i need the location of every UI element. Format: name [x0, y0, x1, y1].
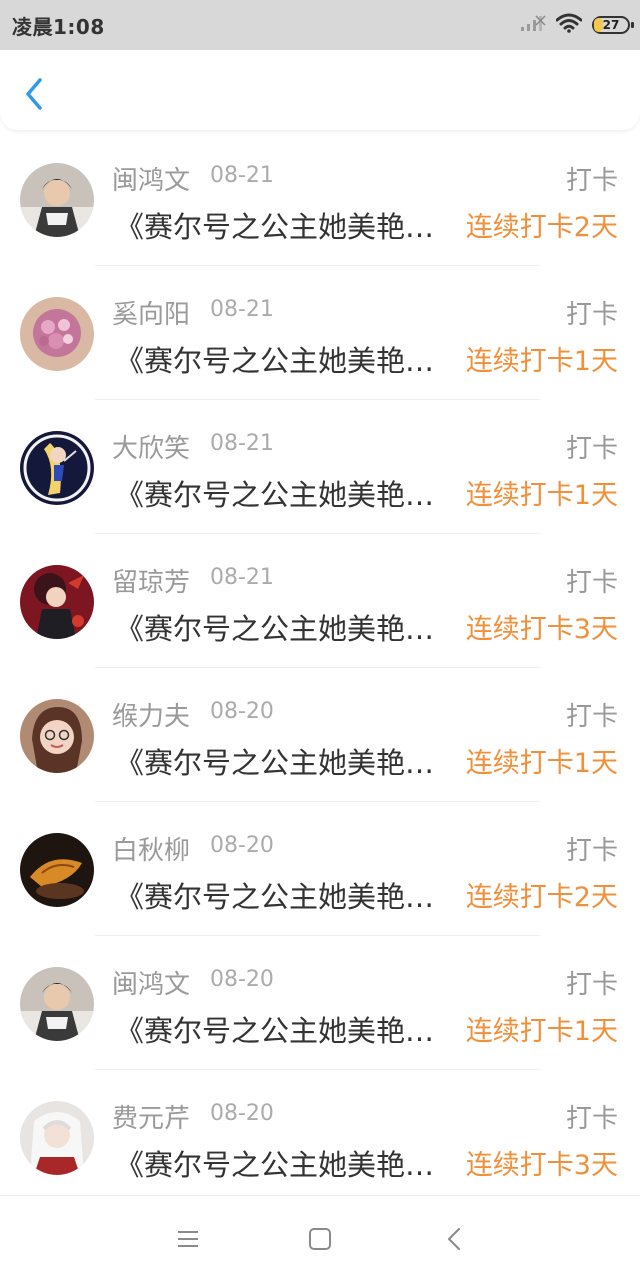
home-button[interactable] — [305, 1224, 335, 1254]
chevron-left-icon — [18, 78, 54, 118]
avatar[interactable] — [20, 297, 94, 371]
user-name: 奚向阳 — [112, 300, 191, 330]
checkin-list: 闽鸿文 08-21 打卡 《赛尔号之公主她美艳无双》 连续打卡2天 奚向阳 08… — [0, 134, 640, 1206]
checkin-tag: 打卡 — [565, 166, 618, 196]
streak-label: 连续打卡3天 — [465, 1150, 618, 1181]
menu-button[interactable] — [173, 1224, 203, 1254]
checkin-date: 08-20 — [210, 833, 274, 858]
avatar[interactable] — [20, 699, 94, 773]
avatar[interactable] — [20, 163, 94, 237]
battery-percent: 27 — [602, 18, 620, 32]
divider — [95, 399, 540, 400]
list-item[interactable]: 闽鸿文 08-21 打卡 《赛尔号之公主她美艳无双》 连续打卡2天 — [0, 134, 640, 268]
avatar[interactable] — [20, 1101, 94, 1175]
status-bar: 凌晨1:08 27 — [0, 0, 640, 50]
streak-label: 连续打卡2天 — [465, 882, 618, 913]
checkin-date: 08-21 — [210, 163, 274, 188]
streak-label: 连续打卡1天 — [465, 1016, 618, 1047]
avatar[interactable] — [20, 967, 94, 1041]
book-title[interactable]: 《赛尔号之公主她美艳无双》 — [115, 1142, 457, 1184]
header — [0, 50, 640, 130]
book-title[interactable]: 《赛尔号之公主她美艳无双》 — [115, 606, 457, 648]
signal-icon — [520, 14, 546, 36]
streak-label: 连续打卡1天 — [465, 346, 618, 377]
checkin-tag: 打卡 — [565, 434, 618, 464]
divider — [95, 265, 540, 266]
streak-label: 连续打卡1天 — [465, 480, 618, 511]
back-button[interactable] — [18, 74, 54, 114]
status-icons: 27 — [520, 12, 634, 38]
book-title[interactable]: 《赛尔号之公主她美艳无双》 — [115, 874, 457, 916]
checkin-tag: 打卡 — [565, 568, 618, 598]
user-name: 留琼芳 — [112, 568, 191, 598]
user-name: 缑力夫 — [112, 702, 191, 732]
square-home-icon — [305, 1228, 335, 1258]
checkin-tag: 打卡 — [565, 702, 618, 732]
wifi-icon — [555, 13, 583, 37]
user-name: 费元芹 — [112, 1104, 191, 1134]
user-name: 大欣笑 — [112, 434, 191, 464]
list-item[interactable]: 闽鸿文 08-20 打卡 《赛尔号之公主她美艳无双》 连续打卡1天 — [0, 938, 640, 1072]
book-title[interactable]: 《赛尔号之公主她美艳无双》 — [115, 472, 457, 514]
list-item[interactable]: 大欣笑 08-21 打卡 《赛尔号之公主她美艳无双》 连续打卡1天 — [0, 402, 640, 536]
streak-label: 连续打卡2天 — [465, 212, 618, 243]
user-name: 白秋柳 — [112, 836, 191, 866]
avatar[interactable] — [20, 565, 94, 639]
divider — [95, 667, 540, 668]
back-nav-button[interactable] — [440, 1224, 470, 1254]
list-item[interactable]: 奚向阳 08-21 打卡 《赛尔号之公主她美艳无双》 连续打卡1天 — [0, 268, 640, 402]
menu-icon — [173, 1231, 203, 1258]
list-item[interactable]: 留琼芳 08-21 打卡 《赛尔号之公主她美艳无双》 连续打卡3天 — [0, 536, 640, 670]
divider — [95, 801, 540, 802]
battery-icon: 27 — [592, 16, 634, 34]
checkin-date: 08-20 — [210, 967, 274, 992]
list-item[interactable]: 费元芹 08-20 打卡 《赛尔号之公主她美艳无双》 连续打卡3天 — [0, 1072, 640, 1206]
list-item[interactable]: 白秋柳 08-20 打卡 《赛尔号之公主她美艳无双》 连续打卡2天 — [0, 804, 640, 938]
checkin-date: 08-21 — [210, 431, 274, 456]
book-title[interactable]: 《赛尔号之公主她美艳无双》 — [115, 204, 457, 246]
checkin-tag: 打卡 — [565, 970, 618, 1000]
triangle-back-icon — [440, 1228, 470, 1258]
checkin-tag: 打卡 — [565, 1104, 618, 1134]
streak-label: 连续打卡1天 — [465, 748, 618, 779]
book-title[interactable]: 《赛尔号之公主她美艳无双》 — [115, 1008, 457, 1050]
checkin-tag: 打卡 — [565, 836, 618, 866]
avatar[interactable] — [20, 833, 94, 907]
avatar[interactable] — [20, 431, 94, 505]
checkin-date: 08-20 — [210, 699, 274, 724]
system-nav-bar — [0, 1195, 640, 1281]
checkin-tag: 打卡 — [565, 300, 618, 330]
user-name: 闽鸿文 — [112, 166, 191, 196]
user-name: 闽鸿文 — [112, 970, 191, 1000]
book-title[interactable]: 《赛尔号之公主她美艳无双》 — [115, 740, 457, 782]
checkin-date: 08-20 — [210, 1101, 274, 1126]
divider — [95, 935, 540, 936]
divider — [95, 533, 540, 534]
checkin-date: 08-21 — [210, 565, 274, 590]
book-title[interactable]: 《赛尔号之公主她美艳无双》 — [115, 338, 457, 380]
status-time: 凌晨1:08 — [12, 15, 105, 39]
streak-label: 连续打卡3天 — [465, 614, 618, 645]
list-item[interactable]: 缑力夫 08-20 打卡 《赛尔号之公主她美艳无双》 连续打卡1天 — [0, 670, 640, 804]
checkin-date: 08-21 — [210, 297, 274, 322]
divider — [95, 1069, 540, 1070]
